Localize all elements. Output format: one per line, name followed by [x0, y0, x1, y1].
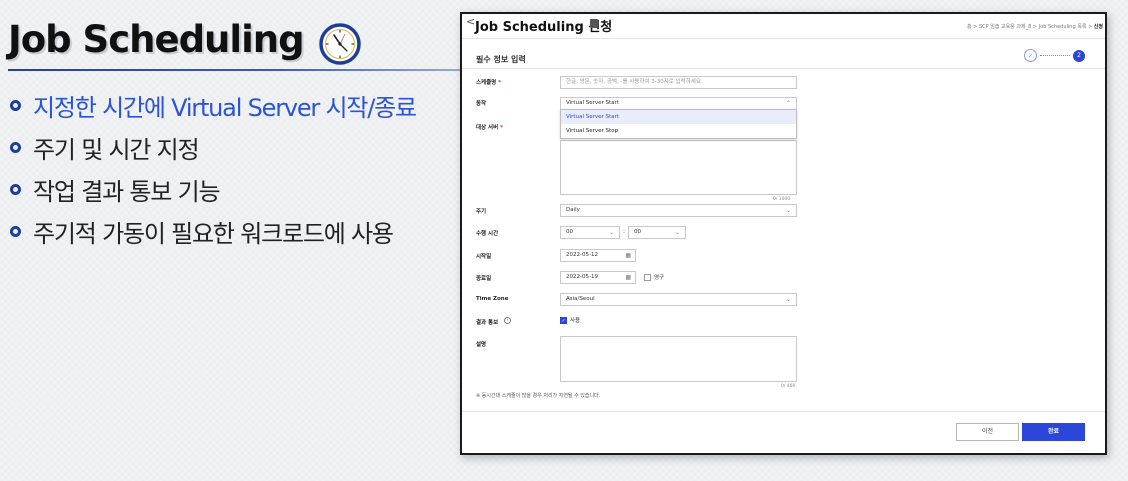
feature-item: 지정한 시간에 Virtual Server 시작/종료	[10, 84, 417, 126]
section-title: 필수 정보 입력	[476, 55, 526, 64]
chevron-down-icon: ⌄	[674, 229, 680, 236]
action-option-stop[interactable]: Virtual Server Stop	[561, 124, 796, 138]
clock-icon	[319, 23, 361, 65]
footer-divider	[462, 411, 1105, 412]
bullet-icon	[10, 183, 21, 195]
chevron-up-icon: ⌃	[785, 100, 791, 107]
feature-item: 주기적 가동이 필요한 워크로드에 사용	[10, 210, 416, 252]
target-server-box[interactable]	[560, 140, 797, 195]
window-header: < Job Scheduling 신청 홈 > SCP 임습 교육용 과제_8 …	[462, 14, 1105, 38]
action-label: 동작	[476, 101, 487, 107]
permanent-label: 영구	[654, 275, 665, 281]
step-connector	[1040, 55, 1070, 56]
job-scheduling-window: < Job Scheduling 신청 홈 > SCP 임습 교육용 과제_8 …	[460, 12, 1107, 455]
complete-button[interactable]: 완료	[1022, 423, 1085, 441]
chevron-down-icon: ⌄	[785, 296, 791, 303]
back-icon[interactable]: <	[466, 15, 475, 28]
end-date-label: 종료일	[476, 276, 492, 282]
cycle-label: 주기	[476, 209, 487, 215]
end-date-input[interactable]: 2022-05-19 ▦	[560, 271, 636, 284]
action-dropdown-list: Virtual Server Start Virtual Server Stop	[560, 109, 797, 139]
target-server-count: 0/ 1000	[773, 197, 791, 202]
start-date-input[interactable]: 2022-05-12 ▦	[560, 249, 636, 262]
permanent-checkbox[interactable]	[644, 274, 651, 281]
timezone-select[interactable]: Asia/Seoul ⌄	[560, 293, 797, 306]
info-icon[interactable]: i	[504, 317, 511, 324]
schedule-name-label: 스케줄명 *	[476, 80, 502, 86]
bullet-icon	[10, 99, 21, 111]
target-server-label: 대상 서버 *	[476, 125, 503, 131]
feature-text: 지정한 시간에 Virtual Server 시작/종료	[33, 93, 417, 122]
timezone-value: Asia/Seoul	[566, 296, 595, 302]
notify-checkbox-label: 사용	[570, 318, 581, 324]
time-separator: :	[623, 228, 626, 235]
prev-button[interactable]: 이전	[956, 423, 1019, 441]
feature-text: 작업 결과 통보 기능	[33, 177, 221, 206]
step-indicator: ✓ 2	[1024, 49, 1085, 62]
feature-item: 주기 및 시간 지정	[10, 126, 416, 168]
bullet-icon	[10, 225, 21, 237]
run-minute-select[interactable]: 00 ⌄	[628, 226, 686, 239]
description-count: 0/ 400	[781, 384, 796, 389]
action-select-value: Virtual Server Start	[566, 100, 619, 106]
section-divider	[462, 68, 1105, 69]
breadcrumb-current: 신청	[1093, 24, 1103, 30]
schedule-delay-note: ※ 동시간대 스케줄이 많을 경우 처리가 지연될 수 있습니다.	[476, 393, 601, 399]
guide-book-icon[interactable]	[590, 19, 598, 28]
cycle-select[interactable]: Daily ⌄	[560, 204, 797, 217]
title-underline	[8, 69, 460, 71]
run-hour-select[interactable]: 00 ⌄	[560, 226, 620, 239]
chevron-down-icon: ⌄	[785, 207, 791, 214]
start-date-label: 시작일	[476, 254, 492, 260]
start-date-value: 2022-05-12	[566, 252, 598, 258]
calendar-icon[interactable]: ▦	[625, 250, 631, 261]
notify-checkbox[interactable]: ✓	[560, 317, 567, 324]
run-minute-value: 00	[634, 229, 641, 235]
description-label: 설명	[476, 342, 487, 348]
end-date-value: 2022-05-19	[566, 274, 598, 280]
slide-title: Job Scheduling	[8, 18, 305, 61]
cycle-select-value: Daily	[566, 207, 580, 213]
step-current: 2	[1073, 49, 1085, 62]
bullet-icon	[10, 141, 21, 153]
feature-list: 지정한 시간에 Virtual Server 시작/종료 주기 및 시간 지정 …	[10, 84, 417, 252]
header-divider	[462, 38, 1105, 39]
notify-label: 결과 통보	[476, 320, 499, 326]
action-option-start[interactable]: Virtual Server Start	[561, 110, 796, 124]
description-textarea[interactable]	[560, 336, 797, 382]
run-hour-value: 00	[566, 229, 573, 235]
schedule-name-input[interactable]: 한글, 영문, 숫자, 공백, -를 사용하여 3-30자로 입력하세요.	[560, 76, 797, 89]
chevron-down-icon: ⌄	[608, 229, 614, 236]
feature-text: 주기적 가동이 필요한 워크로드에 사용	[33, 219, 394, 248]
step-done-check-icon: ✓	[1024, 49, 1037, 62]
timezone-label: Time Zone	[476, 296, 509, 302]
run-time-label: 수행 시간	[476, 231, 499, 237]
feature-item: 작업 결과 통보 기능	[10, 168, 416, 210]
breadcrumb: 홈 > SCP 임습 교육용 과제_8 > Job Scheduling 목록 …	[967, 23, 1103, 30]
calendar-icon[interactable]: ▦	[625, 272, 631, 283]
feature-text: 주기 및 시간 지정	[33, 135, 200, 164]
breadcrumb-path[interactable]: 홈 > SCP 임습 교육용 과제_8 > Job Scheduling 목록 …	[967, 24, 1092, 30]
